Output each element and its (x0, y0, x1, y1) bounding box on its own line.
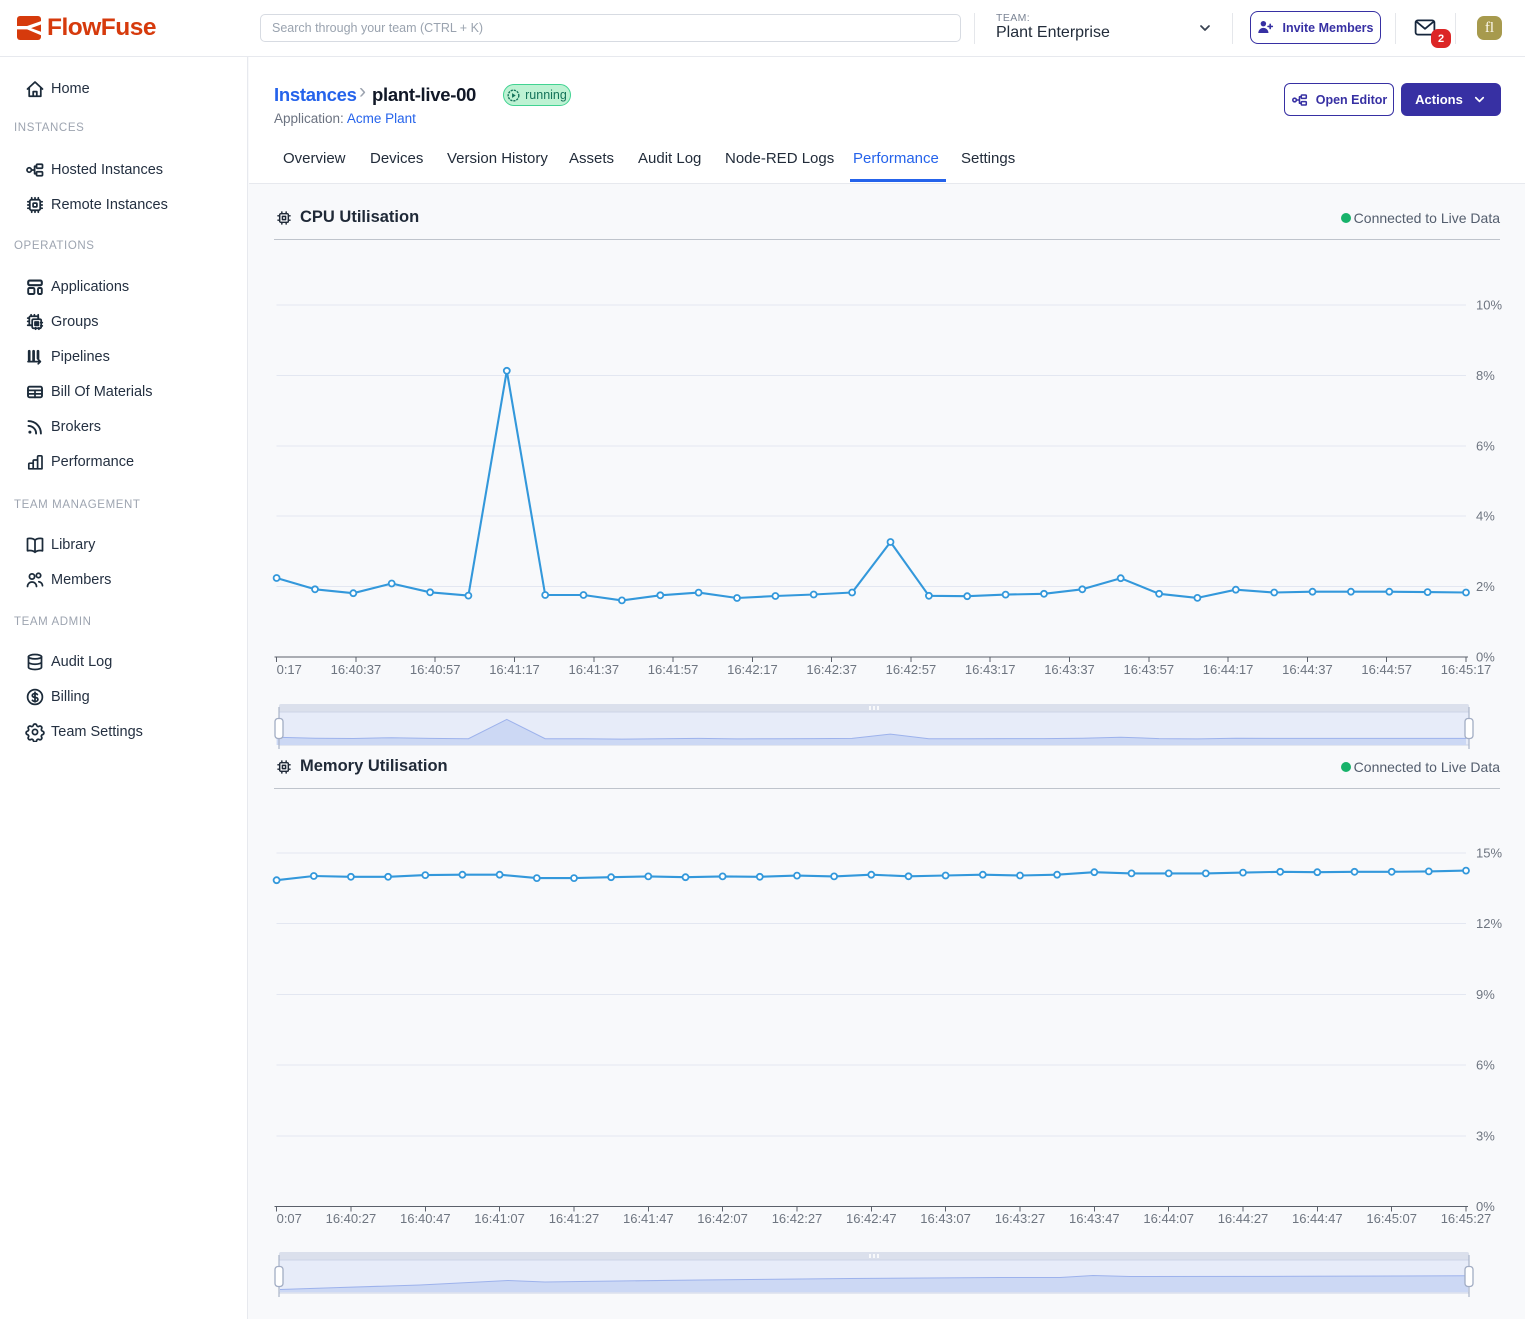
svg-text:16:40:37: 16:40:37 (331, 662, 382, 677)
svg-text:6%: 6% (1476, 1058, 1495, 1073)
svg-text:8%: 8% (1476, 368, 1495, 383)
svg-text:3%: 3% (1476, 1128, 1495, 1143)
svg-text:16:45:27: 16:45:27 (1441, 1211, 1492, 1226)
svg-text:16:43:17: 16:43:17 (965, 662, 1016, 677)
svg-text:16:41:57: 16:41:57 (648, 662, 699, 677)
svg-text:2%: 2% (1476, 579, 1495, 594)
svg-text:16:43:07: 16:43:07 (920, 1211, 971, 1226)
svg-text:16:45:07: 16:45:07 (1366, 1211, 1417, 1226)
svg-text:16:44:07: 16:44:07 (1143, 1211, 1194, 1226)
svg-text:16:44:17: 16:44:17 (1203, 662, 1254, 677)
svg-text:16:41:17: 16:41:17 (489, 662, 540, 677)
svg-text:16:42:27: 16:42:27 (772, 1211, 823, 1226)
svg-text:9%: 9% (1476, 987, 1495, 1002)
svg-text:16:40:47: 16:40:47 (400, 1211, 451, 1226)
svg-text:16:41:47: 16:41:47 (623, 1211, 674, 1226)
svg-text:16:43:57: 16:43:57 (1123, 662, 1174, 677)
svg-text:15%: 15% (1476, 846, 1502, 861)
svg-text:16:44:57: 16:44:57 (1361, 662, 1412, 677)
svg-text:16:42:47: 16:42:47 (846, 1211, 897, 1226)
svg-text:10%: 10% (1476, 298, 1502, 313)
svg-text:16:44:47: 16:44:47 (1292, 1211, 1343, 1226)
svg-text:0:17: 0:17 (277, 662, 302, 677)
svg-text:16:41:27: 16:41:27 (549, 1211, 600, 1226)
svg-text:16:42:37: 16:42:37 (806, 662, 857, 677)
svg-text:16:41:37: 16:41:37 (568, 662, 619, 677)
svg-text:0:07: 0:07 (277, 1211, 302, 1226)
svg-text:16:40:57: 16:40:57 (410, 662, 461, 677)
svg-text:16:40:27: 16:40:27 (326, 1211, 377, 1226)
svg-text:12%: 12% (1476, 916, 1502, 931)
svg-text:16:44:27: 16:44:27 (1218, 1211, 1269, 1226)
svg-text:16:42:57: 16:42:57 (886, 662, 937, 677)
svg-text:16:43:27: 16:43:27 (995, 1211, 1046, 1226)
svg-text:16:42:17: 16:42:17 (727, 662, 778, 677)
svg-text:6%: 6% (1476, 438, 1495, 453)
svg-text:16:43:47: 16:43:47 (1069, 1211, 1120, 1226)
svg-text:16:42:07: 16:42:07 (697, 1211, 748, 1226)
svg-text:16:44:37: 16:44:37 (1282, 662, 1333, 677)
svg-text:16:41:07: 16:41:07 (474, 1211, 525, 1226)
svg-text:4%: 4% (1476, 509, 1495, 524)
svg-text:16:43:37: 16:43:37 (1044, 662, 1095, 677)
svg-text:16:45:17: 16:45:17 (1441, 662, 1492, 677)
